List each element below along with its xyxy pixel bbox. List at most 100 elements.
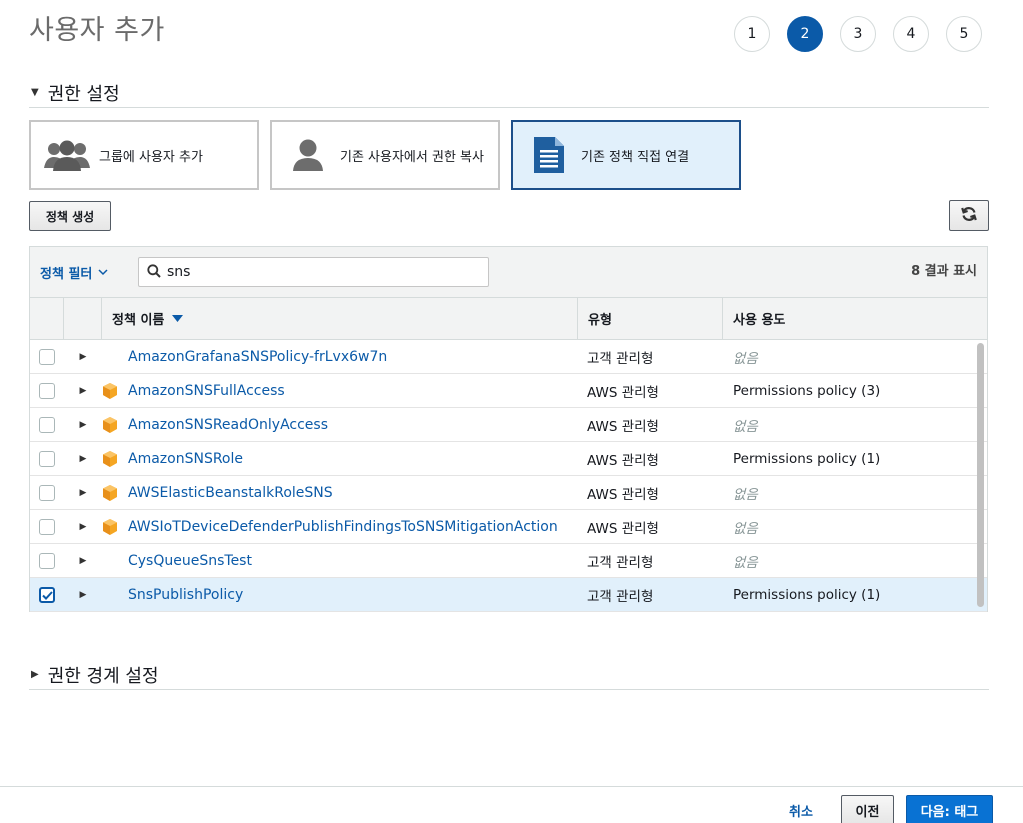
search-input[interactable] (167, 264, 467, 280)
aws-managed-icon (102, 382, 128, 399)
expand-row-icon[interactable]: ▶ (64, 522, 102, 532)
step-1[interactable]: 1 (734, 16, 770, 52)
row-checkbox[interactable] (39, 585, 55, 604)
checkmark-icon (41, 585, 53, 604)
policy-type: 고객 관리형 (587, 350, 654, 367)
policy-type: AWS 관리형 (587, 452, 659, 469)
row-checkbox[interactable] (39, 416, 55, 433)
table-row[interactable]: ▶ AmazonGrafanaSNSPolicy-frLvx6w7n 고객 관리형 없… (30, 340, 987, 374)
policy-usage: 없음 (733, 350, 758, 367)
policy-usage: 없음 (733, 486, 758, 503)
policy-name-link[interactable]: AmazonGrafanaSNSPolicy-frLvx6w7n (128, 349, 578, 365)
row-checkbox-cell (30, 416, 64, 433)
table-row[interactable]: ▶ AmazonSNSFullAccess AWS 관리형 Permissions p… (30, 374, 987, 408)
page-title: 사용자 추가 (29, 15, 165, 46)
header-policy-name-label: 정책 이름 (112, 313, 165, 328)
row-checkbox-cell (30, 552, 64, 569)
expand-row-icon[interactable]: ▶ (64, 590, 102, 600)
permission-options: 그룹에 사용자 추가 기존 사용자에서 권한 복사 기존 정책 직접 연결 (29, 120, 741, 190)
table-scrollbar[interactable] (977, 343, 984, 607)
row-checkbox-cell (30, 585, 64, 604)
policy-type: 고객 관리형 (587, 554, 654, 571)
search-box[interactable] (138, 257, 489, 287)
row-checkbox-cell (30, 348, 64, 365)
result-count: 8 결과 표시 (911, 264, 977, 279)
policy-filter-label: 정책 필터 (40, 267, 93, 282)
policy-type: AWS 관리형 (587, 384, 659, 401)
row-checkbox[interactable] (39, 552, 55, 569)
step-3[interactable]: 3 (840, 16, 876, 52)
row-checkbox[interactable] (39, 382, 55, 399)
option-copy-permissions-label: 기존 사용자에서 권한 복사 (340, 149, 484, 165)
boundary-section-title: 권한 경계 설정 (47, 665, 159, 687)
row-checkbox[interactable] (39, 348, 55, 365)
policy-name-link[interactable]: AmazonSNSFullAccess (128, 383, 578, 399)
policy-name-link[interactable]: AmazonSNSReadOnlyAccess (128, 417, 578, 433)
policy-usage: Permissions policy (1) (733, 586, 881, 603)
step-5[interactable]: 5 (946, 16, 982, 52)
aws-managed-icon (102, 518, 128, 535)
table-row[interactable]: ▶ AWSIoTDeviceDefenderPublishFindingsToSN… (30, 510, 987, 544)
option-add-to-group-label: 그룹에 사용자 추가 (99, 149, 203, 165)
policy-usage: Permissions policy (1) (733, 450, 881, 467)
option-attach-policies-label: 기존 정책 직접 연결 (581, 149, 690, 165)
caret-down-icon: ▼ (31, 87, 39, 98)
expand-row-icon[interactable]: ▶ (64, 386, 102, 396)
chevron-down-icon (98, 265, 108, 280)
create-policy-button[interactable]: 정책 생성 (29, 201, 111, 231)
expand-row-icon[interactable]: ▶ (64, 420, 102, 430)
expand-row-icon[interactable]: ▶ (64, 352, 102, 362)
policy-name-link[interactable]: AWSIoTDeviceDefenderPublishFindingsToSNS… (128, 519, 578, 535)
previous-button[interactable]: 이전 (841, 795, 894, 823)
option-attach-policies[interactable]: 기존 정책 직접 연결 (511, 120, 741, 190)
boundary-section-header[interactable]: ▶ 권한 경계 설정 (29, 660, 989, 690)
header-expand (64, 298, 102, 339)
header-select (30, 298, 64, 339)
header-policy-name[interactable]: 정책 이름 (102, 298, 578, 339)
policy-type: AWS 관리형 (587, 418, 659, 435)
expand-row-icon[interactable]: ▶ (64, 556, 102, 566)
policy-type: AWS 관리형 (587, 520, 659, 537)
row-checkbox[interactable] (39, 450, 55, 467)
table-row[interactable]: ▶ SnsPublishPolicy 고객 관리형 Permissions polic… (30, 578, 987, 612)
policy-usage: Permissions policy (3) (733, 382, 881, 399)
next-tags-button[interactable]: 다음: 태그 (906, 795, 993, 823)
policy-name-link[interactable]: AWSElasticBeanstalkRoleSNS (128, 485, 578, 501)
policy-usage: 없음 (733, 418, 758, 435)
aws-managed-icon (102, 416, 128, 433)
cancel-link[interactable]: 취소 (789, 801, 813, 820)
step-4[interactable]: 4 (893, 16, 929, 52)
table-row[interactable]: ▶ AWSElasticBeanstalkRoleSNS AWS 관리형 없음 (30, 476, 987, 510)
policy-name-link[interactable]: AmazonSNSRole (128, 451, 578, 467)
option-copy-permissions[interactable]: 기존 사용자에서 권한 복사 (270, 120, 500, 190)
aws-managed-icon (102, 450, 128, 467)
row-checkbox-cell (30, 484, 64, 501)
search-icon (147, 263, 161, 282)
aws-managed-icon (102, 484, 128, 501)
permissions-section-header[interactable]: ▼ 권한 설정 (29, 78, 989, 108)
policy-name-link[interactable]: SnsPublishPolicy (128, 587, 578, 603)
expand-row-icon[interactable]: ▶ (64, 488, 102, 498)
option-add-to-group[interactable]: 그룹에 사용자 추가 (29, 120, 259, 190)
header-type[interactable]: 유형 (578, 298, 723, 339)
table-row[interactable]: ▶ CysQueueSnsTest 고객 관리형 없음 (30, 544, 987, 578)
user-icon (284, 135, 332, 175)
refresh-button[interactable] (949, 200, 989, 231)
policy-name-link[interactable]: CysQueueSnsTest (128, 553, 578, 569)
caret-right-icon: ▶ (31, 669, 39, 680)
expand-row-icon[interactable]: ▶ (64, 454, 102, 464)
table-header: 정책 이름 유형 사용 용도 (30, 298, 987, 340)
policy-type: 고객 관리형 (587, 588, 654, 605)
step-2[interactable]: 2 (787, 16, 823, 52)
row-checkbox[interactable] (39, 518, 55, 535)
table-row[interactable]: ▶ AmazonSNSReadOnlyAccess AWS 관리형 없음 (30, 408, 987, 442)
refresh-icon (961, 206, 977, 225)
policy-filter-dropdown[interactable]: 정책 필터 (40, 263, 108, 282)
table-body: ▶ AmazonGrafanaSNSPolicy-frLvx6w7n 고객 관리형 없… (30, 340, 987, 612)
table-row[interactable]: ▶ AmazonSNSRole AWS 관리형 Permissions policy … (30, 442, 987, 476)
wizard-steps: 1 2 3 4 5 (734, 16, 982, 52)
row-checkbox[interactable] (39, 484, 55, 501)
footer: 취소 이전 다음: 태그 (0, 786, 1023, 823)
group-icon (43, 135, 91, 175)
header-usage[interactable]: 사용 용도 (723, 298, 987, 339)
